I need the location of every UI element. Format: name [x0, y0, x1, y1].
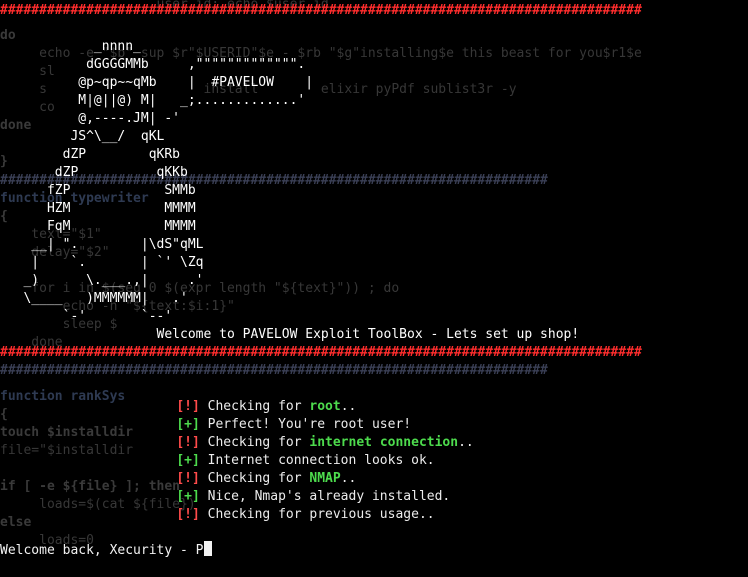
ascii-art-line: FqM MMMM [0, 219, 196, 234]
status-message: [+] Nice, Nmap's already installed. [176, 489, 451, 504]
warn-tag: [!] [176, 507, 200, 522]
ascii-art-line: JS^\__/ qKL [0, 129, 165, 144]
status-message: [!] Checking for NMAP.. [176, 471, 357, 486]
ascii-art-line: HZM MMMM [0, 201, 196, 216]
welcome-banner: Welcome to PAVELOW Exploit ToolBox - Let… [0, 327, 580, 342]
terminal-prompt[interactable]: Welcome back, Xecurity - P [0, 541, 212, 559]
ascii-art-line: \____ )MMMMMM| .' [0, 291, 188, 306]
hash-separator-faded: ########################################… [0, 363, 548, 378]
hash-separator-top: ########################################… [0, 3, 642, 18]
ascii-art-line: __| ". |\dS"qML [0, 237, 204, 252]
text-cursor [203, 541, 212, 556]
status-message: [!] Checking for root.. [176, 399, 357, 414]
hash-separator-bottom: ########################################… [0, 345, 642, 360]
ascii-art-line: M|@||@) M| _;.............' [0, 93, 306, 108]
status-message: [!] Checking for internet connection.. [176, 435, 474, 450]
ascii-art-line: _nnnn_ [0, 39, 141, 54]
ascii-art-line: | `. | `' \Zq [0, 255, 204, 270]
ascii-art-line: @p~qp~~qMb | #PAVELOW | [0, 75, 314, 90]
ascii-art-line: dZP qKRb [0, 147, 181, 162]
ascii-art-line: dZP qKKb [0, 165, 188, 180]
ascii-art-line: dGGGGMMb ,""""""""""""". [0, 57, 306, 72]
ascii-art-line: `-' `--' [0, 309, 173, 324]
status-message: [+] Internet connection looks ok. [176, 453, 435, 468]
status-message: [!] Checking for previous usage.. [176, 507, 435, 522]
ascii-art-line: fZP SMMb [0, 183, 196, 198]
status-message: [+] Perfect! You're root user! [176, 417, 412, 432]
ascii-art-line: _) \.___.,| .' [0, 273, 204, 288]
prompt-text: Welcome back, Xecurity - P [0, 543, 204, 558]
terminal-output: ########################################… [0, 0, 748, 577]
ascii-art-line: @,----.JM| -' [0, 111, 181, 126]
